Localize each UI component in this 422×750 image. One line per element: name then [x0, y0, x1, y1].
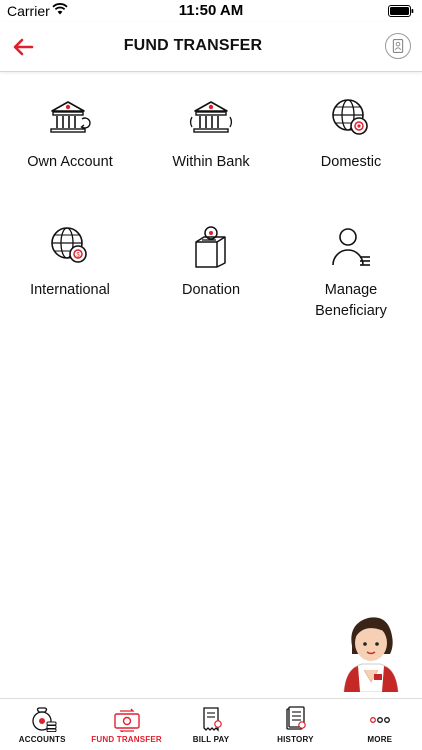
option-label-domestic: Domestic — [320, 154, 382, 170]
option-label-donation: Donation — [181, 282, 241, 298]
battery-icon — [388, 5, 414, 17]
tab-label-bill-pay: BILL PAY — [192, 735, 230, 744]
app-header: FUND TRANSFER — [0, 22, 422, 72]
accounts-icon — [32, 707, 57, 732]
profile-icon[interactable] — [385, 33, 411, 59]
option-label-within-bank: Within Bank — [172, 154, 250, 170]
within-bank-option[interactable]: Within Bank — [141, 95, 281, 173]
page-title: FUND TRANSFER — [123, 37, 263, 54]
history-icon — [286, 706, 307, 730]
tab-label-more: MORE — [367, 735, 393, 744]
tab-more[interactable]: MORE — [338, 699, 422, 750]
bottom-tab-bar: ACCOUNTS FUND TRANSFER BILL PAY HISTORY — [0, 698, 422, 750]
tab-label-accounts: ACCOUNTS — [18, 735, 66, 744]
tab-bill-pay[interactable]: BILL PAY — [169, 699, 253, 750]
clock: 11:50 AM — [178, 2, 244, 19]
bank-within-icon — [190, 101, 232, 133]
fund-transfer-icon — [113, 708, 140, 732]
option-label-manage-beneficiary: Manage Beneficiary — [315, 282, 387, 319]
bank-own-account-icon — [50, 101, 91, 133]
option-label-own-account: Own Account — [27, 154, 113, 170]
tab-history[interactable]: HISTORY — [253, 699, 337, 750]
own-account-option[interactable]: Own Account — [0, 95, 140, 173]
status-bar: Carrier 11:50 AM — [0, 0, 422, 22]
globe-international-icon: $ — [51, 227, 87, 263]
globe-domestic-icon — [332, 99, 368, 135]
more-icon — [369, 717, 390, 723]
tab-label-history: HISTORY — [277, 735, 314, 744]
tab-fund-transfer[interactable]: FUND TRANSFER — [84, 699, 168, 750]
donation-option[interactable]: Donation — [141, 223, 281, 301]
manage-beneficiary-option[interactable]: Manage Beneficiary — [281, 223, 421, 322]
option-label-international: International — [30, 282, 110, 298]
tab-accounts[interactable]: ACCOUNTS — [0, 699, 84, 750]
beneficiary-icon — [332, 228, 370, 266]
bill-pay-icon — [203, 707, 222, 732]
international-option[interactable]: $ International — [0, 223, 140, 301]
donation-box-icon — [195, 226, 226, 268]
tab-label-fund-transfer: FUND TRANSFER — [91, 735, 162, 744]
assistant-mascot-icon[interactable] — [338, 610, 402, 692]
domestic-option[interactable]: Domestic — [281, 95, 421, 173]
